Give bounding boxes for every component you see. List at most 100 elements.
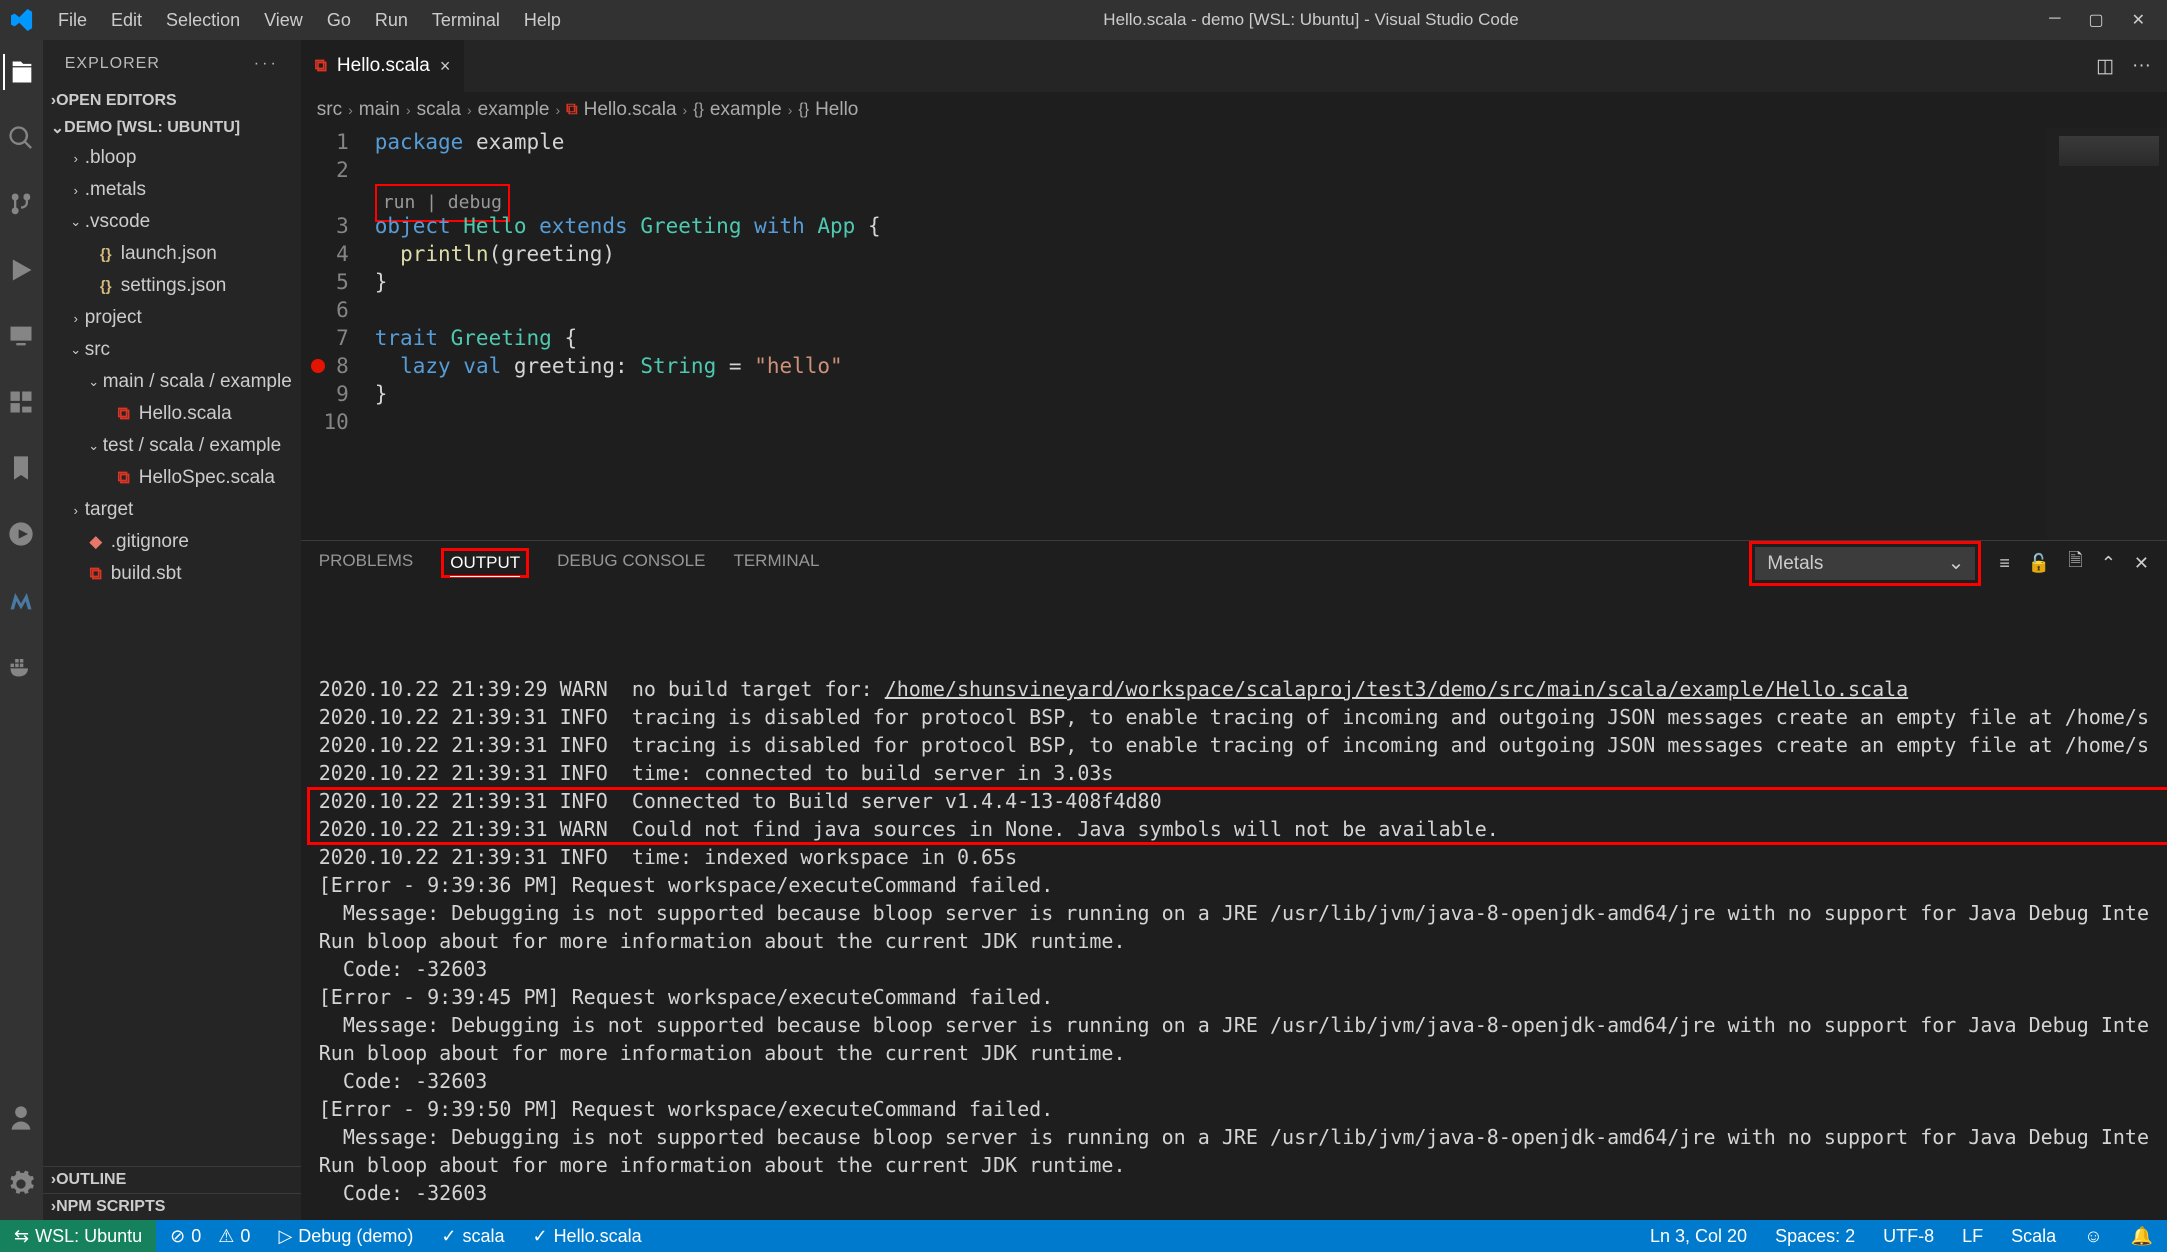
panel-close-icon[interactable]: ✕ xyxy=(2134,553,2149,574)
status-metals-lang[interactable]: ✓scala xyxy=(427,1220,518,1252)
bottom-panel: PROBLEMS OUTPUT DEBUG CONSOLE TERMINAL M… xyxy=(301,540,2167,1220)
breadcrumb-item[interactable]: Hello.scala xyxy=(584,99,677,121)
activity-remote-icon[interactable] xyxy=(3,318,39,354)
tab-hello-scala[interactable]: ⧉ Hello.scala × xyxy=(301,40,466,92)
tree-folder-test[interactable]: ⌄test / scala / example xyxy=(43,430,301,462)
panel-tab-debug-console[interactable]: DEBUG CONSOLE xyxy=(557,551,705,575)
activity-extensions-icon[interactable] xyxy=(3,384,39,420)
activity-explorer-icon[interactable] xyxy=(3,54,39,90)
status-problems[interactable]: ⊘0 ⚠0 xyxy=(156,1220,264,1252)
menu-selection[interactable]: Selection xyxy=(154,10,252,31)
activity-testing-icon[interactable] xyxy=(3,516,39,552)
status-metals-file[interactable]: ✓Hello.scala xyxy=(518,1220,655,1252)
activity-account-icon[interactable] xyxy=(3,1100,39,1136)
breadcrumbs[interactable]: src› main› scala› example› ⧉ Hello.scala… xyxy=(301,92,2167,128)
status-encoding[interactable]: UTF-8 xyxy=(1869,1226,1948,1247)
clear-output-icon[interactable]: ≡ xyxy=(1999,553,2010,574)
editor-area: ⧉ Hello.scala × ◫ ··· src› main› scala› … xyxy=(301,40,2167,1220)
workspace-section[interactable]: ⌄ DEMO [WSL: UBUNTU] xyxy=(43,114,301,142)
outline-label: OUTLINE xyxy=(56,1171,126,1189)
check-icon: ✓ xyxy=(441,1226,456,1247)
explorer-title: EXPLORER xyxy=(65,55,160,73)
brace-icon: {} xyxy=(798,101,809,119)
tree-file-launch[interactable]: {}launch.json xyxy=(43,238,301,270)
tree-file-hello[interactable]: ⧉Hello.scala xyxy=(43,398,301,430)
tree-file-gitignore[interactable]: ◆.gitignore xyxy=(43,526,301,558)
breadcrumb-item[interactable]: example xyxy=(710,99,782,121)
menu-help[interactable]: Help xyxy=(512,10,573,31)
status-indentation[interactable]: Spaces: 2 xyxy=(1761,1226,1869,1247)
breadcrumb-item[interactable]: Hello xyxy=(815,99,858,121)
maximize-icon[interactable]: ▢ xyxy=(2088,10,2103,30)
activity-search-icon[interactable] xyxy=(3,120,39,156)
status-feedback-icon[interactable]: ☺ xyxy=(2070,1226,2116,1247)
json-icon: {} xyxy=(95,246,117,263)
brace-icon: {} xyxy=(693,101,704,119)
tree-folder-bloop[interactable]: ›.bloop xyxy=(43,142,301,174)
output-channel-select-highlight: Metals xyxy=(1749,541,1981,586)
explorer-more-icon[interactable]: ··· xyxy=(254,55,279,73)
warning-count-icon: ⚠ xyxy=(218,1226,234,1247)
panel-collapse-icon[interactable]: ⌃ xyxy=(2101,553,2116,574)
scala-icon: ⧉ xyxy=(113,404,135,424)
editor-more-icon[interactable]: ··· xyxy=(2132,55,2151,77)
menu-edit[interactable]: Edit xyxy=(99,10,154,31)
tree-file-hellospec[interactable]: ⧉HelloSpec.scala xyxy=(43,462,301,494)
lock-scroll-icon[interactable]: 🔓 xyxy=(2028,553,2050,574)
menu-run[interactable]: Run xyxy=(363,10,420,31)
breadcrumb-item[interactable]: example xyxy=(478,99,550,121)
tree-folder-vscode[interactable]: ⌄.vscode xyxy=(43,206,301,238)
tree-file-buildsbt[interactable]: ⧉build.sbt xyxy=(43,558,301,590)
output-body[interactable]: 2020.10.22 21:39:29 WARN no build target… xyxy=(301,585,2167,1220)
close-icon[interactable]: ✕ xyxy=(2132,10,2145,30)
status-notifications-icon[interactable]: 🔔 xyxy=(2117,1226,2167,1247)
open-editors-label: OPEN EDITORS xyxy=(56,92,177,110)
status-cursor-position[interactable]: Ln 3, Col 20 xyxy=(1636,1226,1761,1247)
tree-file-settings[interactable]: {}settings.json xyxy=(43,270,301,302)
activity-docker-icon[interactable] xyxy=(3,648,39,684)
panel-tab-problems[interactable]: PROBLEMS xyxy=(319,551,413,575)
breadcrumb-item[interactable]: src xyxy=(317,99,342,121)
tree-folder-main[interactable]: ⌄main / scala / example xyxy=(43,366,301,398)
window-title: Hello.scala - demo [WSL: Ubuntu] - Visua… xyxy=(573,10,2049,30)
breakpoint-icon[interactable] xyxy=(311,359,325,373)
menu-view[interactable]: View xyxy=(252,10,315,31)
minimap[interactable] xyxy=(2047,128,2167,540)
close-tab-icon[interactable]: × xyxy=(440,56,451,77)
scala-icon: ⧉ xyxy=(85,564,107,584)
breadcrumb-item[interactable]: main xyxy=(359,99,400,121)
activity-settings-icon[interactable] xyxy=(3,1166,39,1202)
tab-label: Hello.scala xyxy=(337,55,430,77)
npm-label: NPM SCRIPTS xyxy=(56,1198,165,1216)
scala-icon: ⧉ xyxy=(315,56,327,76)
tree-folder-target[interactable]: ›target xyxy=(43,494,301,526)
status-eol[interactable]: LF xyxy=(1948,1226,1997,1247)
tree-folder-metals[interactable]: ›.metals xyxy=(43,174,301,206)
menu-terminal[interactable]: Terminal xyxy=(420,10,512,31)
activity-metals-icon[interactable] xyxy=(3,582,39,618)
status-bar: ⇆WSL: Ubuntu ⊘0 ⚠0 ▷Debug (demo) ✓scala … xyxy=(0,1220,2167,1252)
tree-folder-src[interactable]: ⌄src xyxy=(43,334,301,366)
minimize-icon[interactable]: ─ xyxy=(2049,10,2060,30)
status-remote[interactable]: ⇆WSL: Ubuntu xyxy=(0,1220,156,1252)
tree-folder-project[interactable]: ›project xyxy=(43,302,301,334)
open-log-file-icon[interactable]: 🗎 xyxy=(2068,548,2082,578)
menu-file[interactable]: File xyxy=(46,10,99,31)
output-channel-select[interactable]: Metals xyxy=(1755,547,1975,580)
split-editor-icon[interactable]: ◫ xyxy=(2096,55,2114,78)
menu-go[interactable]: Go xyxy=(315,10,363,31)
title-bar: File Edit Selection View Go Run Terminal… xyxy=(0,0,2167,40)
code-editor[interactable]: 12 34567 8 910 package example run | deb… xyxy=(301,128,2167,540)
activity-scm-icon[interactable] xyxy=(3,186,39,222)
scala-icon: ⧉ xyxy=(113,468,135,488)
npm-scripts-section[interactable]: ›NPM SCRIPTS xyxy=(43,1193,301,1220)
open-editors-section[interactable]: › OPEN EDITORS xyxy=(43,88,301,114)
outline-section[interactable]: ›OUTLINE xyxy=(43,1166,301,1193)
breadcrumb-item[interactable]: scala xyxy=(417,99,461,121)
activity-run-icon[interactable] xyxy=(3,252,39,288)
panel-tab-output[interactable]: OUTPUT xyxy=(450,553,520,577)
panel-tab-terminal[interactable]: TERMINAL xyxy=(733,551,819,575)
status-language-mode[interactable]: Scala xyxy=(1997,1226,2070,1247)
status-debug-config[interactable]: ▷Debug (demo) xyxy=(264,1220,427,1252)
activity-bookmark-icon[interactable] xyxy=(3,450,39,486)
